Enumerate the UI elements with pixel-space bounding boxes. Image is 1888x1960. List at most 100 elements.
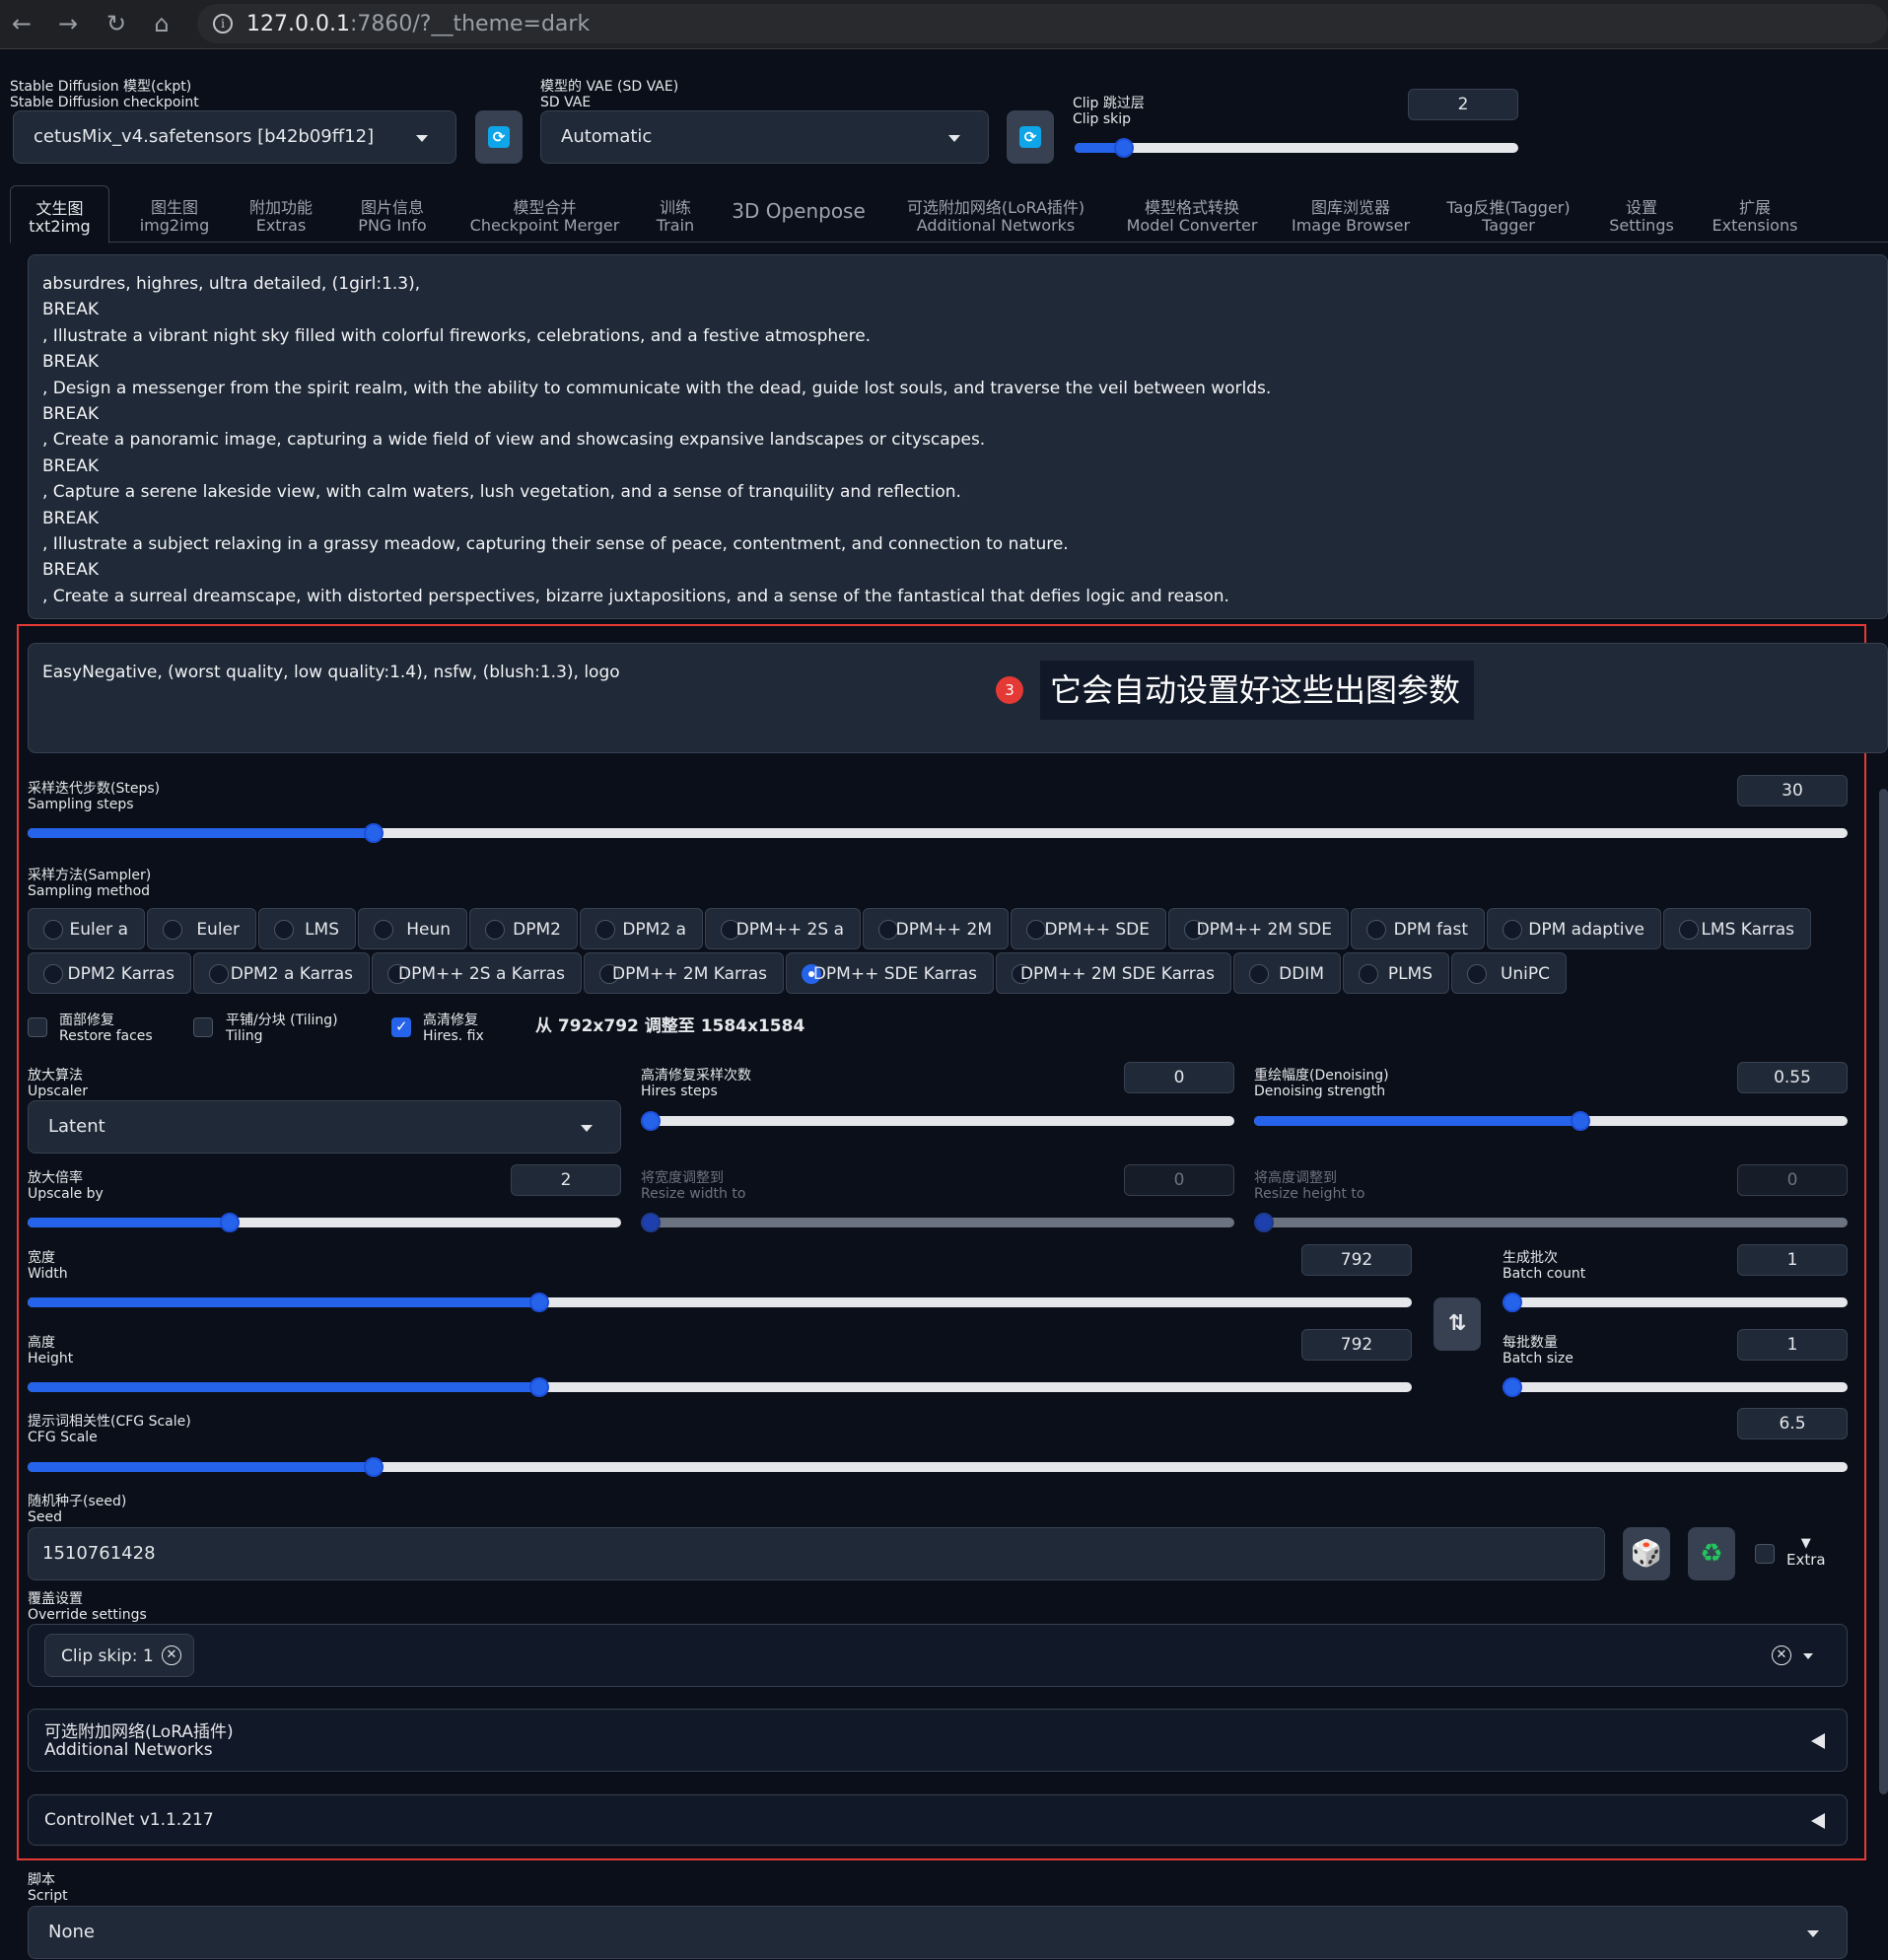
tab-txt2img[interactable]: 文生图 txt2img (10, 185, 109, 244)
sampler-option[interactable]: Heun (358, 908, 467, 949)
tab-extensions[interactable]: 扩展 Extensions (1701, 185, 1809, 243)
sampler-option-label: DPM++ 2S a Karras (398, 964, 565, 984)
refresh-vae-button[interactable]: ⟳ (1007, 110, 1054, 164)
sampler-option[interactable]: DPM2 Karras (28, 952, 191, 994)
sampler-option[interactable]: DPM++ SDE (1011, 908, 1166, 949)
tab-checkpoint-merger[interactable]: 模型合并 Checkpoint Merger (463, 185, 626, 243)
reuse-seed-button[interactable]: ♻ (1688, 1527, 1735, 1580)
vae-dropdown[interactable]: Automatic (540, 110, 989, 164)
radio-icon (1679, 920, 1699, 940)
sampler-option[interactable]: UniPC (1451, 952, 1567, 994)
sampler-option[interactable]: DPM2 a (580, 908, 703, 949)
clear-all-icon[interactable]: ✕ (1772, 1645, 1791, 1665)
remove-chip-icon[interactable]: ✕ (162, 1645, 181, 1665)
sampler-option[interactable]: DPM adaptive (1487, 908, 1661, 949)
address-bar[interactable]: i 127.0.0.1:7860/?__theme=dark (197, 4, 1888, 43)
cfg-slider[interactable] (28, 1457, 1848, 1477)
sampler-option[interactable]: DPM++ 2S a (705, 908, 861, 949)
chevron-down-icon[interactable] (1803, 1653, 1813, 1659)
sampler-option[interactable]: DPM++ 2M Karras (584, 952, 784, 994)
tab-settings[interactable]: 设置 Settings (1597, 185, 1686, 243)
sampler-option[interactable]: Euler a (28, 908, 145, 949)
tab-image-browser[interactable]: 图库浏览器 Image Browser (1282, 185, 1420, 243)
cfg-input[interactable]: 6.5 (1737, 1408, 1848, 1439)
tab-tagger[interactable]: Tag反推(Tagger) Tagger (1434, 185, 1582, 243)
tiling-label: 平铺/分块 (Tiling) Tiling (226, 1013, 338, 1044)
page-scrollbar[interactable] (1879, 789, 1888, 1794)
checkpoint-dropdown[interactable]: cetusMix_v4.safetensors [b42b09ff12] (13, 110, 456, 164)
steps-input[interactable]: 30 (1737, 775, 1848, 806)
home-icon[interactable]: ⌂ (148, 10, 175, 37)
tab-train[interactable]: 训练 Train (641, 185, 710, 243)
sampler-option[interactable]: DPM++ 2M SDE Karras (996, 952, 1231, 994)
sampler-option[interactable]: DPM++ 2M SDE (1168, 908, 1349, 949)
tab-png-info[interactable]: 图片信息 PNG Info (343, 185, 442, 243)
sampler-option[interactable]: DPM++ SDE Karras (786, 952, 994, 994)
prompt-line: BREAK (42, 508, 99, 528)
sampler-option[interactable]: DPM2 a Karras (193, 952, 370, 994)
height-slider[interactable] (28, 1377, 1412, 1397)
sampler-option-label: Euler a (69, 920, 128, 940)
batch-size-slider[interactable] (1503, 1377, 1848, 1397)
batch-size-input[interactable]: 1 (1737, 1329, 1848, 1361)
height-input[interactable]: 792 (1301, 1329, 1412, 1361)
batch-count-input[interactable]: 1 (1737, 1244, 1848, 1276)
tab-additional-networks[interactable]: 可选附加网络(LoRA插件) Additional Networks (887, 185, 1104, 243)
upscale-by-input[interactable]: 2 (511, 1164, 621, 1196)
sampler-option[interactable]: DDIM (1233, 952, 1341, 994)
sampler-option-label: DPM++ 2M SDE Karras (1019, 964, 1215, 984)
resize-width-slider[interactable] (641, 1213, 1234, 1232)
sampler-option[interactable]: PLMS (1343, 952, 1449, 994)
denoising-slider[interactable] (1254, 1111, 1848, 1131)
additional-networks-accordion[interactable]: 可选附加网络(LoRA插件) Additional Networks (28, 1709, 1848, 1772)
clip-skip-slider[interactable] (1075, 138, 1518, 158)
override-label: 覆盖设置 Override settings (28, 1591, 147, 1623)
width-input[interactable]: 792 (1301, 1244, 1412, 1276)
batch-count-slider[interactable] (1503, 1293, 1848, 1312)
vae-value: Automatic (561, 126, 653, 147)
denoising-input[interactable]: 0.55 (1737, 1062, 1848, 1093)
refresh-icon: ⟳ (1019, 126, 1041, 148)
annotation-badge: 3 (996, 676, 1023, 704)
forward-icon[interactable]: → (54, 10, 82, 37)
clip-skip-input[interactable]: 2 (1408, 89, 1518, 120)
controlnet-accordion[interactable]: ControlNet v1.1.217 (28, 1794, 1848, 1846)
negative-prompt-textarea[interactable]: EasyNegative, (worst quality, low qualit… (28, 643, 1888, 753)
back-icon[interactable]: ← (8, 10, 35, 37)
extra-seed-checkbox[interactable] (1755, 1544, 1775, 1564)
reload-icon[interactable]: ↻ (103, 10, 130, 37)
tab-extras[interactable]: 附加功能 Extras (232, 185, 330, 243)
script-dropdown[interactable]: None (28, 1906, 1848, 1959)
tab-model-converter[interactable]: 模型格式转换 Model Converter (1118, 185, 1266, 243)
sampler-option[interactable]: DPM2 (469, 908, 578, 949)
hires-steps-slider[interactable] (641, 1111, 1234, 1131)
hires-steps-input[interactable]: 0 (1124, 1062, 1234, 1093)
site-info-icon[interactable]: i (213, 14, 233, 34)
hires-fix-checkbox[interactable] (391, 1017, 411, 1037)
upscaler-dropdown[interactable]: Latent (28, 1100, 621, 1154)
sampler-option[interactable]: DPM++ 2M (863, 908, 1009, 949)
sampler-option-label: LMS (305, 920, 339, 940)
resize-height-input[interactable]: 0 (1737, 1164, 1848, 1196)
tab-img2img[interactable]: 图生图 img2img (120, 185, 229, 243)
refresh-checkpoint-button[interactable]: ⟳ (475, 110, 523, 164)
restore-faces-checkbox[interactable] (28, 1017, 47, 1037)
tab-3d-openpose[interactable]: 3D Openpose (720, 185, 877, 243)
random-seed-button[interactable]: 🎲 (1623, 1527, 1670, 1580)
seed-input[interactable]: 1510761428 (28, 1527, 1605, 1580)
sampler-option[interactable]: DPM fast (1351, 908, 1485, 949)
resize-height-slider[interactable] (1254, 1213, 1848, 1232)
tiling-checkbox[interactable] (193, 1017, 213, 1037)
steps-slider[interactable] (28, 823, 1848, 843)
override-settings-input[interactable]: Clip skip: 1 ✕ ✕ (28, 1624, 1848, 1687)
sampler-option[interactable]: LMS (258, 908, 356, 949)
sampler-option[interactable]: LMS Karras (1663, 908, 1811, 949)
sampler-option[interactable]: DPM++ 2S a Karras (372, 952, 582, 994)
resize-width-input[interactable]: 0 (1124, 1164, 1234, 1196)
upscale-by-slider[interactable] (28, 1213, 621, 1232)
swap-dimensions-button[interactable]: ⇅ (1433, 1297, 1481, 1351)
prompt-line: , Create a panoramic image, capturing a … (42, 430, 986, 451)
sampler-option[interactable]: Euler (147, 908, 256, 949)
prompt-textarea[interactable]: absurdres, highres, ultra detailed, (1gi… (28, 254, 1888, 619)
width-slider[interactable] (28, 1293, 1412, 1312)
